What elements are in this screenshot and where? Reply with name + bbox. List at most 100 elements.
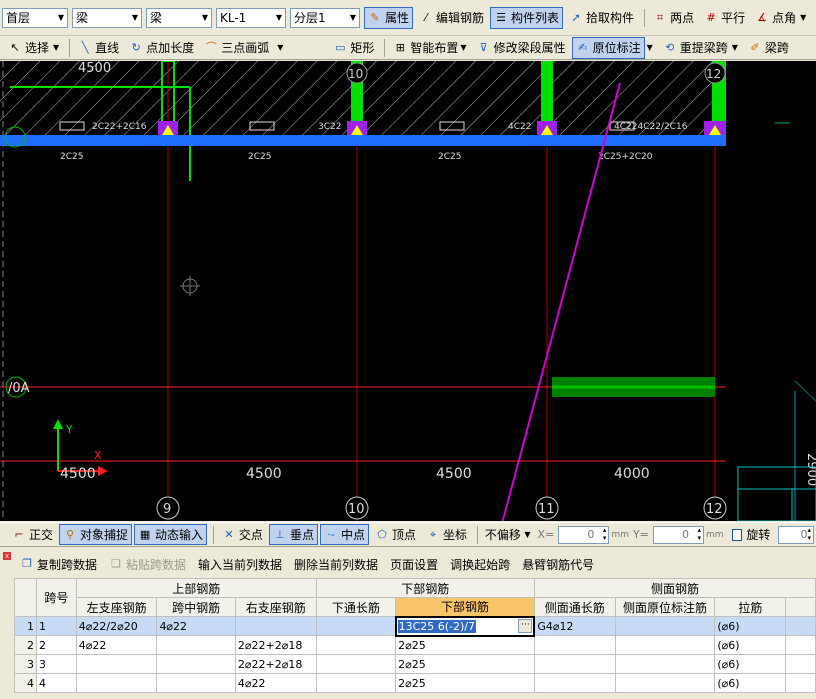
rect-button[interactable]: ▭ 矩形 [329, 37, 378, 59]
cell[interactable] [75, 654, 158, 674]
pick-component-button[interactable]: ➚ 拾取构件 [565, 7, 638, 29]
cell[interactable] [234, 616, 317, 636]
cell[interactable] [614, 616, 716, 636]
coord-snap[interactable]: ⌖ 坐标 [422, 524, 471, 545]
vertex-snap[interactable]: ⬠ 顶点 [371, 524, 420, 545]
more-icon[interactable]: ··· [518, 618, 533, 633]
mid-snap[interactable]: ·- 中点 [319, 524, 369, 545]
table-row[interactable]: 4 4 4⌀22 2⌀25 (⌀6) [14, 673, 816, 693]
cell[interactable] [533, 635, 616, 655]
in-place-annotation-button[interactable]: ✍ 原位标注 [571, 36, 645, 59]
beam-span-button[interactable]: ✐ 梁跨 [744, 37, 793, 59]
cell[interactable] [315, 635, 397, 655]
smart-layout-button[interactable]: ⊞ 智能布置 ▼ [389, 37, 470, 59]
cell[interactable]: 4⌀22/2⌀20 [75, 616, 158, 636]
edit-input[interactable]: 13C25 6(-2)/7 [397, 619, 477, 633]
component-select[interactable]: KL-1 ▼ [216, 7, 286, 28]
cell[interactable] [785, 635, 816, 655]
col-extra[interactable] [785, 597, 816, 617]
input-column-button[interactable]: 输入当前列数据 [194, 553, 286, 575]
cell[interactable]: 2⌀25 [395, 635, 535, 655]
cell[interactable]: 4⌀22 [234, 673, 317, 693]
cell[interactable]: 2⌀25 [395, 673, 535, 693]
ortho-toggle[interactable]: ⌐ 正交 [8, 524, 57, 545]
cell[interactable] [315, 616, 397, 636]
cell[interactable]: (⌀6) [714, 673, 787, 693]
point-length-button[interactable]: ↻ 点加长度 [125, 37, 198, 59]
cell[interactable] [614, 673, 716, 693]
modify-span-button[interactable]: ⊽ 修改梁段属性 [473, 37, 570, 59]
y-input[interactable]: 0 [652, 525, 705, 544]
floor-select[interactable]: 首层 ▼ [2, 7, 68, 28]
cell[interactable]: 4⌀22 [75, 635, 158, 655]
component-list-button[interactable]: ☰ 构件列表 [490, 6, 564, 29]
cell[interactable] [785, 673, 816, 693]
rotate-checkbox[interactable] [731, 528, 743, 541]
span-cell[interactable]: 1 [36, 616, 77, 636]
table-row[interactable]: 1 1 4⌀22/2⌀20 4⌀22 13C25 6(-2)/7 ··· G4⌀1… [14, 615, 816, 637]
line-button[interactable]: ╲ 直线 [74, 37, 123, 59]
cell[interactable] [614, 654, 716, 674]
paste-span-button[interactable]: ❏ 粘贴跨数据 [105, 553, 190, 575]
cell[interactable] [315, 654, 397, 674]
cantilever-code-button[interactable]: 悬臂钢筋代号 [518, 553, 598, 575]
cell[interactable]: (⌀6) [714, 635, 787, 655]
cell[interactable] [315, 673, 397, 693]
copy-span-button[interactable]: ❐ 复制跨数据 [16, 553, 101, 575]
table-row[interactable]: 2 2 4⌀22 2⌀22+2⌀18 2⌀25 (⌀6) [14, 635, 816, 655]
col-tie[interactable]: 拉筋 [714, 597, 787, 617]
cell[interactable]: (⌀6) [714, 616, 787, 636]
col-side-inplace[interactable]: 侧面原位标注筋 [614, 597, 716, 617]
table-row[interactable]: 3 3 2⌀22+2⌀18 2⌀25 (⌀6) [14, 654, 816, 674]
editing-cell[interactable]: 13C25 6(-2)/7 ··· [394, 615, 536, 637]
span-cell[interactable]: 2 [36, 635, 77, 655]
span-cell[interactable]: 4 [36, 673, 77, 693]
re-extract-span-button[interactable]: ⟲ 重提梁跨 ▼ [659, 37, 742, 59]
object-snap-toggle[interactable]: ⚲ 对象捕捉 [59, 524, 133, 545]
beam-kl1[interactable] [0, 135, 726, 146]
edit-rebar-button[interactable]: ⁄ 编辑钢筋 [415, 7, 488, 29]
cell[interactable] [156, 673, 236, 693]
select-button[interactable]: ↖ 选择 ▼ [4, 37, 63, 59]
cell[interactable]: 4⌀22 [156, 616, 236, 636]
cell[interactable] [785, 654, 816, 674]
layer-select[interactable]: 分层1 ▼ [290, 7, 360, 28]
col-side-through[interactable]: 侧面通长筋 [533, 597, 616, 617]
chevron-down-icon[interactable]: ▼ [647, 43, 653, 52]
parallel-button[interactable]: # 平行 [700, 7, 749, 29]
drawing-canvas[interactable]: 2C22+2C16 3C22 4C22 4C224C22/2C16 2C25 2… [0, 61, 816, 521]
point-angle-button[interactable]: ∡ 点角 ▼ [751, 7, 810, 29]
two-points-button[interactable]: ⌗ 两点 [649, 7, 698, 29]
cell[interactable] [533, 673, 616, 693]
type1-select[interactable]: 梁 ▼ [72, 7, 142, 28]
cell[interactable]: G4⌀12 [533, 616, 616, 636]
cell[interactable] [533, 654, 616, 674]
delete-column-button[interactable]: 删除当前列数据 [290, 553, 382, 575]
col-bottom-through[interactable]: 下通长筋 [315, 597, 397, 617]
cell[interactable]: (⌀6) [714, 654, 787, 674]
type2-select[interactable]: 梁 ▼ [146, 7, 212, 28]
col-mid-span[interactable]: 跨中钢筋 [156, 597, 236, 617]
col-right-support[interactable]: 右支座钢筋 [234, 597, 317, 617]
property-button[interactable]: ✎ 属性 [364, 6, 414, 29]
cell[interactable]: 2⌀22+2⌀18 [234, 654, 317, 674]
cell[interactable]: 2⌀25 [395, 654, 535, 674]
three-point-arc-button[interactable]: ⌒ 三点画弧 ▼ [200, 37, 287, 59]
span-cell[interactable]: 3 [36, 654, 77, 674]
col-bottom-rebar[interactable]: 下部钢筋 [395, 597, 535, 617]
intersect-snap[interactable]: ✕ 交点 [218, 524, 267, 545]
offset-select[interactable]: 不偏移 ▼ [482, 525, 534, 545]
page-setup-button[interactable]: 页面设置 [386, 553, 442, 575]
x-input[interactable]: 0 [558, 525, 610, 544]
cell[interactable] [614, 635, 716, 655]
cell[interactable] [156, 654, 236, 674]
perp-snap[interactable]: ⊥ 垂点 [268, 524, 318, 545]
cell[interactable] [156, 635, 236, 655]
dynamic-input-toggle[interactable]: ▦ 动态输入 [134, 524, 208, 545]
col-left-support[interactable]: 左支座钢筋 [75, 597, 158, 617]
rotate-input[interactable]: 0. [778, 525, 814, 544]
cell[interactable] [785, 616, 816, 636]
cell[interactable]: 2⌀22+2⌀18 [234, 635, 317, 655]
cell[interactable] [75, 673, 158, 693]
swap-start-span-button[interactable]: 调换起始跨 [446, 553, 514, 575]
